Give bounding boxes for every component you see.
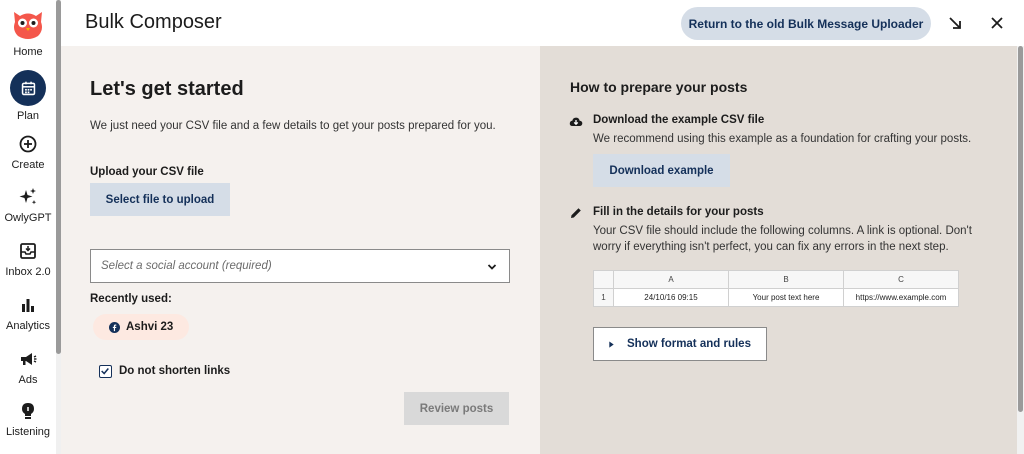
calendar-icon [21, 81, 35, 95]
recent-account-chip[interactable]: Ashvi 23 [93, 314, 190, 340]
sidebar-item-label: Listening [5, 426, 51, 438]
step2-text: Your CSV file should include the followi… [593, 225, 972, 253]
sidebar-item-ads[interactable]: Ads [0, 348, 56, 386]
bar-chart-icon [22, 299, 34, 312]
csv-cell: 24/10/16 09:15 [613, 288, 729, 307]
csv-col-header: A [613, 270, 729, 289]
recent-account-name: Ashvi 23 [126, 321, 174, 333]
review-posts-button[interactable]: Review posts [404, 392, 509, 425]
plus-circle-icon [19, 135, 37, 153]
show-format-rules-label: Show format and rules [627, 338, 751, 350]
sidebar-item-label: Plan [16, 110, 40, 122]
sidebar-item-home[interactable]: Home [0, 6, 56, 58]
checkmark-icon [101, 368, 109, 375]
instructions-heading: How to prepare your posts [570, 79, 748, 95]
chevron-down-icon [487, 264, 497, 270]
csv-row-number: 1 [593, 288, 614, 307]
shorten-links-label[interactable]: Do not shorten links [119, 365, 230, 377]
select-file-button[interactable]: Select file to upload [90, 183, 230, 216]
cloud-download-icon [569, 117, 583, 126]
sidebar-item-plan[interactable]: Plan [0, 70, 56, 122]
composer-header: Bulk Composer Return to the old Bulk Mes… [61, 0, 1024, 46]
caret-right-icon [609, 340, 614, 348]
lightbulb-icon [22, 403, 34, 419]
csv-cell: Your post text here [728, 288, 844, 307]
pencil-icon [571, 208, 581, 218]
sidebar-item-label: Ads [18, 374, 38, 386]
csv-cell: https://www.example.com [843, 288, 959, 307]
social-account-select[interactable]: Select a social account (required) [90, 249, 510, 283]
facebook-icon [109, 321, 120, 333]
setup-heading: Let's get started [90, 78, 244, 100]
shorten-links-checkbox[interactable] [99, 365, 112, 378]
setup-intro-text: We just need your CSV file and a few det… [90, 120, 496, 132]
download-example-button[interactable]: Download example [593, 154, 730, 187]
recently-used-label: Recently used: [90, 293, 172, 305]
sidebar-item-label: Create [11, 159, 45, 171]
sidebar-item-listening[interactable]: Listening [0, 400, 56, 438]
minimize-arrow-icon[interactable] [946, 14, 964, 32]
plan-active-indicator [10, 70, 46, 106]
social-account-placeholder: Select a social account (required) [101, 260, 272, 272]
upload-label: Upload your CSV file [90, 166, 204, 178]
sidebar: Home Plan Create OwlyGPT Inbox 2.0 Analy… [0, 0, 56, 454]
show-format-rules-button[interactable]: Show format and rules [593, 327, 767, 361]
csv-sample-table: A B C 1 24/10/16 09:15 Your post text he… [593, 270, 959, 307]
megaphone-icon [21, 353, 37, 365]
csv-col-header: C [843, 270, 959, 289]
sidebar-item-label: OwlyGPT [4, 212, 52, 224]
owl-logo-icon [14, 12, 42, 39]
csv-col-header: B [728, 270, 844, 289]
csv-data-row: 1 24/10/16 09:15 Your post text here htt… [593, 288, 959, 307]
csv-corner-cell [593, 270, 614, 289]
page-title: Bulk Composer [85, 11, 222, 33]
step1-text: We recommend using this example as a fou… [593, 133, 972, 145]
sidebar-item-label: Home [13, 46, 43, 58]
sidebar-item-owlygpt[interactable]: OwlyGPT [0, 186, 56, 224]
inbox-icon [20, 243, 36, 259]
sidebar-item-analytics[interactable]: Analytics [0, 294, 56, 332]
setup-panel: Let's get started We just need your CSV … [61, 46, 540, 454]
sparkles-icon [19, 188, 37, 205]
step1-title: Download the example CSV file [593, 114, 765, 126]
return-old-uploader-button[interactable]: Return to the old Bulk Message Uploader [681, 7, 931, 40]
close-icon[interactable] [988, 14, 1006, 32]
sidebar-item-label: Analytics [5, 320, 51, 332]
sidebar-item-inbox[interactable]: Inbox 2.0 [0, 240, 56, 278]
instructions-panel: How to prepare your posts Download the e… [540, 46, 1017, 454]
csv-header-row: A B C [593, 270, 959, 289]
panel-scrollbar-thumb[interactable] [1018, 46, 1023, 412]
sidebar-item-create[interactable]: Create [0, 133, 56, 171]
sidebar-item-label: Inbox 2.0 [5, 266, 51, 278]
step2-title: Fill in the details for your posts [593, 206, 764, 218]
